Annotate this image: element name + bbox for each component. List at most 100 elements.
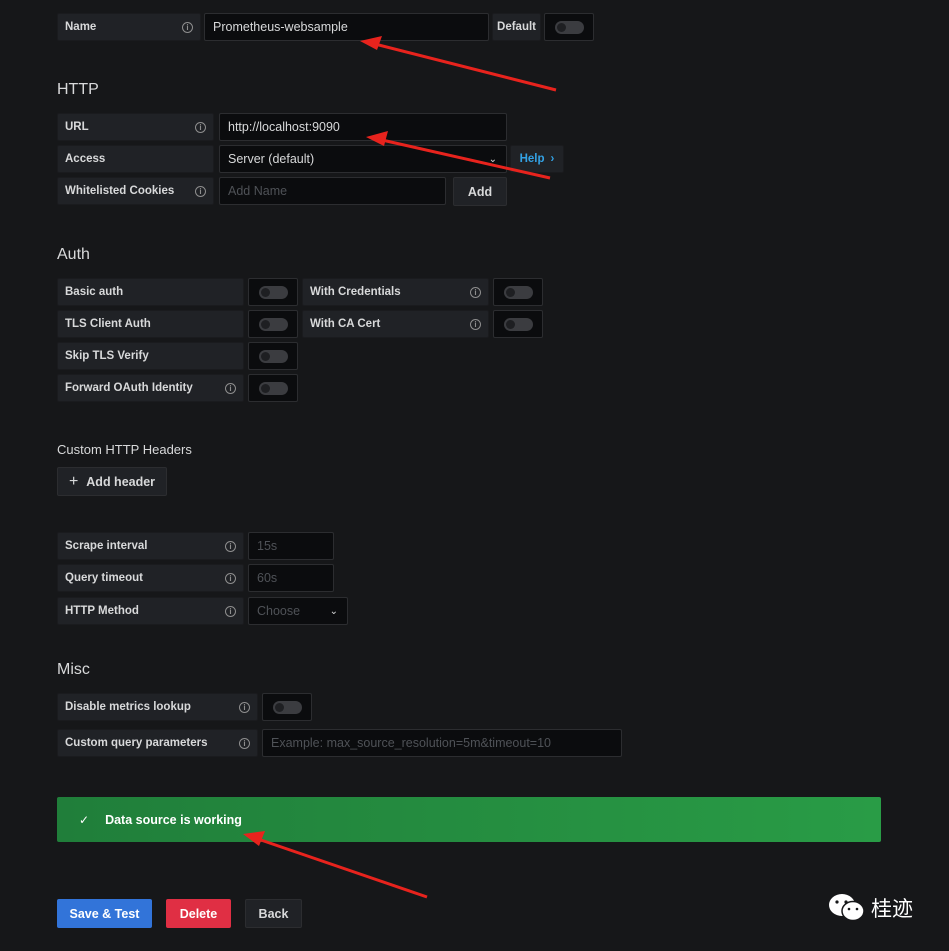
tls-client-auth-toggle[interactable]	[248, 310, 298, 338]
scrape-interval-label: Scrape interval i	[57, 532, 244, 560]
back-button[interactable]: Back	[245, 899, 302, 928]
chevron-down-icon: ⌄	[329, 606, 338, 617]
with-ca-cert-label: With CA Cert i	[302, 310, 489, 338]
add-cookie-button-label: Add	[467, 184, 493, 199]
check-icon: ✓	[79, 812, 90, 827]
http-method-label: HTTP Method i	[57, 597, 244, 625]
with-ca-cert-toggle[interactable]	[493, 310, 543, 338]
name-input-value: Prometheus-websample	[213, 20, 348, 34]
with-credentials-label: With Credentials i	[302, 278, 489, 306]
basic-auth-toggle[interactable]	[248, 278, 298, 306]
url-label-text: URL	[65, 121, 89, 133]
info-icon[interactable]: i	[225, 540, 236, 552]
cookies-label-text: Whitelisted Cookies	[65, 185, 175, 197]
custom-query-label-text: Custom query parameters	[65, 737, 208, 749]
access-label-text: Access	[65, 153, 106, 165]
scrape-interval-placeholder: 15s	[257, 539, 278, 553]
forward-oauth-label: Forward OAuth Identity i	[57, 374, 244, 402]
disable-metrics-label-text: Disable metrics lookup	[65, 701, 191, 713]
query-timeout-label-text: Query timeout	[65, 572, 143, 584]
watermark: 桂迹	[827, 892, 913, 924]
cookies-input[interactable]: Add Name	[219, 177, 446, 205]
url-input[interactable]: http://localhost:9090	[219, 113, 507, 141]
default-label-text: Default	[497, 21, 536, 33]
toggle-switch[interactable]	[504, 286, 533, 299]
toggle-switch[interactable]	[259, 286, 288, 299]
info-icon[interactable]: i	[195, 121, 206, 133]
with-credentials-label-text: With Credentials	[310, 286, 401, 298]
access-select-value: Server (default)	[228, 152, 315, 166]
disable-metrics-toggle[interactable]	[262, 693, 312, 721]
forward-oauth-label-text: Forward OAuth Identity	[65, 382, 193, 394]
toggle-switch[interactable]	[259, 318, 288, 331]
plus-icon: +	[68, 472, 79, 490]
skip-tls-verify-toggle[interactable]	[248, 342, 298, 370]
add-header-button-label: Add header	[86, 474, 156, 489]
info-icon[interactable]: i	[225, 382, 236, 394]
name-label: Name i	[57, 13, 201, 41]
http-method-placeholder: Choose	[257, 604, 301, 618]
help-button-label: Help	[519, 153, 545, 165]
info-icon[interactable]: i	[195, 185, 206, 197]
access-label: Access	[57, 145, 214, 173]
cookies-label: Whitelisted Cookies i	[57, 177, 214, 205]
http-section-title: HTTP	[57, 81, 99, 98]
info-icon[interactable]: i	[182, 21, 193, 33]
info-icon[interactable]: i	[225, 572, 236, 584]
name-input[interactable]: Prometheus-websample	[204, 13, 489, 41]
delete-button[interactable]: Delete	[166, 899, 231, 928]
tls-client-auth-label: TLS Client Auth	[57, 310, 244, 338]
misc-section-title: Misc	[57, 661, 90, 678]
tls-client-auth-label-text: TLS Client Auth	[65, 318, 151, 330]
with-ca-cert-label-text: With CA Cert	[310, 318, 381, 330]
forward-oauth-toggle[interactable]	[248, 374, 298, 402]
toggle-switch[interactable]	[259, 382, 288, 395]
info-icon[interactable]: i	[239, 737, 250, 749]
info-icon[interactable]: i	[470, 286, 481, 298]
url-label: URL i	[57, 113, 214, 141]
success-alert: ✓ Data source is working	[57, 797, 881, 842]
headers-section-title: Custom HTTP Headers	[57, 442, 192, 457]
with-credentials-toggle[interactable]	[493, 278, 543, 306]
http-method-select[interactable]: Choose ⌄	[248, 597, 348, 625]
watermark-text: 桂迹	[871, 897, 913, 921]
add-cookie-button[interactable]: Add	[453, 177, 507, 206]
success-alert-message: Data source is working	[105, 812, 242, 827]
custom-query-label: Custom query parameters i	[57, 729, 258, 757]
default-toggle[interactable]	[544, 13, 594, 41]
toggle-switch[interactable]	[273, 701, 302, 714]
back-button-label: Back	[258, 906, 289, 921]
name-label-text: Name	[65, 21, 97, 33]
toggle-switch[interactable]	[259, 350, 288, 363]
default-label: Default	[492, 13, 541, 41]
annotation-arrow	[360, 36, 557, 92]
basic-auth-label: Basic auth	[57, 278, 244, 306]
info-icon[interactable]: i	[239, 701, 250, 713]
http-method-label-text: HTTP Method	[65, 605, 139, 617]
save-test-button[interactable]: Save & Test	[57, 899, 152, 928]
chevron-right-icon: ›	[550, 153, 555, 165]
scrape-interval-input[interactable]: 15s	[248, 532, 334, 560]
toggle-switch[interactable]	[504, 318, 533, 331]
custom-query-input[interactable]: Example: max_source_resolution=5m&timeou…	[262, 729, 622, 757]
wechat-icon	[829, 894, 865, 922]
url-input-value: http://localhost:9090	[228, 120, 340, 134]
custom-query-placeholder: Example: max_source_resolution=5m&timeou…	[271, 736, 552, 750]
access-select[interactable]: Server (default) ⌄	[219, 145, 507, 173]
query-timeout-input[interactable]: 60s	[248, 564, 334, 592]
scrape-interval-label-text: Scrape interval	[65, 540, 148, 552]
help-button[interactable]: Help ›	[510, 145, 564, 173]
auth-section-title: Auth	[57, 246, 90, 263]
disable-metrics-label: Disable metrics lookup i	[57, 693, 258, 721]
query-timeout-label: Query timeout i	[57, 564, 244, 592]
toggle-switch[interactable]	[555, 21, 584, 34]
skip-tls-verify-label-text: Skip TLS Verify	[65, 350, 149, 362]
chevron-down-icon: ⌄	[488, 154, 497, 165]
info-icon[interactable]: i	[225, 605, 236, 617]
query-timeout-placeholder: 60s	[257, 571, 278, 585]
cookies-input-placeholder: Add Name	[228, 184, 288, 198]
info-icon[interactable]: i	[470, 318, 481, 330]
add-header-button[interactable]: + Add header	[57, 467, 167, 496]
save-test-button-label: Save & Test	[69, 906, 140, 921]
skip-tls-verify-label: Skip TLS Verify	[57, 342, 244, 370]
